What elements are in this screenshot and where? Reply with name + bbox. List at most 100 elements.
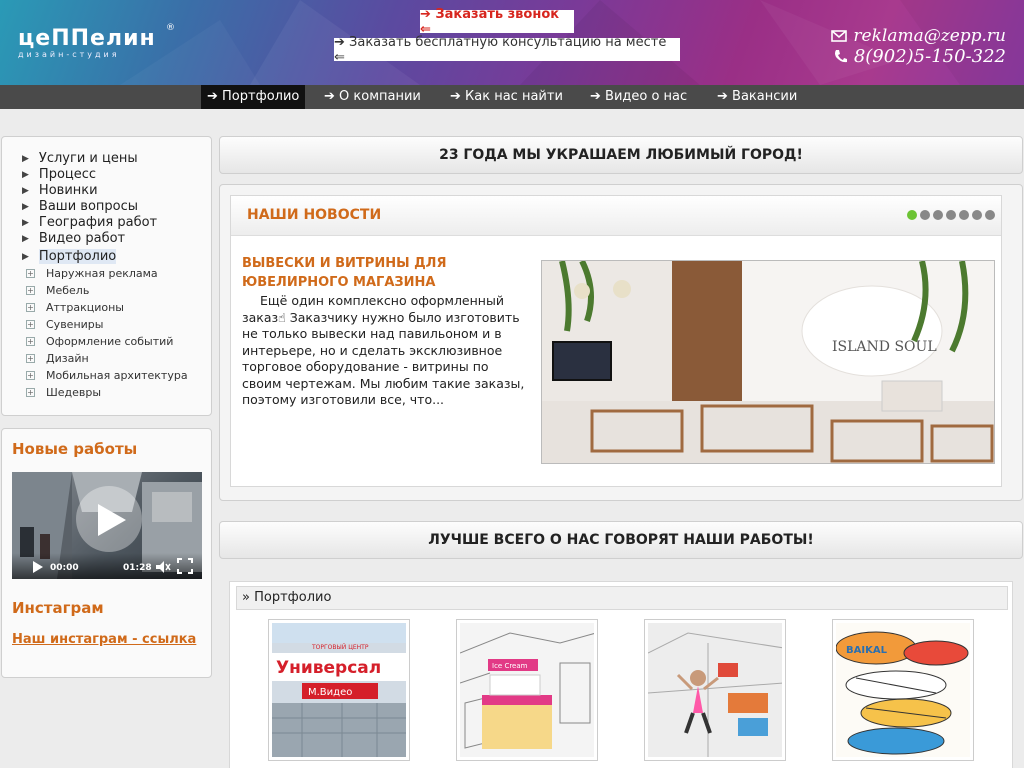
video-current-time: 00:00 <box>50 563 79 573</box>
nav-video[interactable]: ➔ Видео о нас <box>584 85 693 109</box>
arrow-right-icon: ▶ <box>22 185 29 196</box>
play-small-icon[interactable] <box>32 561 44 573</box>
arrow-right-icon: ▶ <box>22 153 29 164</box>
email-contact[interactable]: reklama@zepp.ru <box>831 26 1006 46</box>
jewelry-store-photo: ISLAND SOUL <box>542 261 994 463</box>
submenu-item-label: Оформление событий <box>46 335 174 348</box>
play-icon <box>98 504 126 536</box>
fullscreen-icon[interactable] <box>177 558 193 574</box>
portfolio-thumb-icecream[interactable]: Ice Cream <box>456 619 598 761</box>
submenu-item-label: Дизайн <box>46 352 89 365</box>
sidebar-item-label: География работ <box>38 215 158 230</box>
phone-text: 8(902)5-150-322 <box>853 46 1006 67</box>
sidebar-item-new[interactable]: ▶ Новинки <box>22 183 98 198</box>
submenu-item-label: Аттракционы <box>46 301 124 314</box>
pagination-dot[interactable] <box>972 210 982 220</box>
submenu-item-label: Наружная реклама <box>46 267 158 280</box>
pagination-dot[interactable] <box>907 210 917 220</box>
works-banner: ЛУЧШЕ ВСЕГО О НАС ГОВОРЯТ НАШИ РАБОТЫ! <box>219 521 1023 559</box>
portfolio-thumb-trampoline[interactable] <box>644 619 786 761</box>
news-pagination <box>907 210 995 220</box>
expand-icon[interactable]: + <box>26 354 35 363</box>
phone-contact[interactable]: 8(902)5-150-322 <box>833 46 1006 67</box>
order-consultation-button[interactable]: ➔ Заказать бесплатную консультацию на ме… <box>334 35 680 65</box>
universal-text: Универсал <box>276 658 381 678</box>
submenu-item-outdoor[interactable]: + Наружная реклама <box>26 267 158 280</box>
sidebar-item-portfolio[interactable]: ▶ Портфолио <box>22 249 117 264</box>
expand-icon[interactable]: + <box>26 269 35 278</box>
header: цеППелин дизайн-студия ® ➔ Заказать звон… <box>0 0 1024 85</box>
article-title[interactable]: ВЫВЕСКИ И ВИТРИНЫ ДЛЯ ЮВЕЛИРНОГО МАГАЗИН… <box>242 254 522 292</box>
nav-directions[interactable]: ➔ Как нас найти <box>444 85 569 109</box>
submenu-item-label: Мебель <box>46 284 90 297</box>
submenu-item-masterpieces[interactable]: + Шедевры <box>26 386 101 399</box>
sidebar-item-video[interactable]: ▶ Видео работ <box>22 231 125 246</box>
instagram-title: Инстаграм <box>12 599 104 617</box>
submenu-item-label: Сувениры <box>46 318 104 331</box>
logo-subtitle: дизайн-студия <box>18 50 120 59</box>
email-text: reklama@zepp.ru <box>853 26 1006 46</box>
nav-portfolio[interactable]: ➔ Портфолио <box>201 85 306 109</box>
expand-icon[interactable]: + <box>26 320 35 329</box>
nav-vacancies[interactable]: ➔ Вакансии <box>711 85 803 109</box>
top-navigation: ➔ Портфолио ➔ О компании ➔ Как нас найти… <box>0 85 1024 109</box>
video-player[interactable]: 00:00 01:28 <box>12 472 202 579</box>
sidebar-item-label: Услуги и цены <box>38 151 138 166</box>
expand-icon[interactable]: + <box>26 303 35 312</box>
submenu-item-attractions[interactable]: + Аттракционы <box>26 301 124 314</box>
instagram-link[interactable]: Наш инстаграм - ссылка <box>12 632 196 647</box>
submenu-item-design[interactable]: + Дизайн <box>26 352 89 365</box>
portfolio-breadcrumb[interactable]: » Портфолио <box>236 586 1008 610</box>
portfolio-thumb-baikal[interactable]: BAIKAL <box>832 619 974 761</box>
mvideo-text: М.Видео <box>308 687 352 698</box>
pagination-dot[interactable] <box>920 210 930 220</box>
expand-icon[interactable]: + <box>26 337 35 346</box>
expand-icon[interactable]: + <box>26 286 35 295</box>
news-title: НАШИ НОВОСТИ <box>247 207 382 223</box>
sidebar-item-label: Видео работ <box>38 231 126 246</box>
sidebar-new-works: Новые работы 00:00 01:28 Инстаграм Наш и… <box>1 428 212 678</box>
store-sign-text: ISLAND SOUL <box>832 339 937 355</box>
video-total-time: 01:28 <box>123 563 152 573</box>
arrow-right-icon: ▶ <box>22 233 29 244</box>
trampoline-park-image <box>648 623 782 757</box>
pagination-dot[interactable] <box>985 210 995 220</box>
pagination-dot[interactable] <box>946 210 956 220</box>
expand-icon[interactable]: + <box>26 388 35 397</box>
nav-about[interactable]: ➔ О компании <box>318 85 427 109</box>
order-call-button[interactable]: ➔ Заказать звонок ⇐ <box>420 7 574 37</box>
logo-registered: ® <box>166 23 175 33</box>
phone-icon <box>834 50 847 63</box>
article-image[interactable]: ISLAND SOUL <box>541 260 995 464</box>
pagination-dot[interactable] <box>933 210 943 220</box>
mall-text: ТОРГОВЫЙ ЦЕНТР <box>311 644 369 651</box>
submenu-item-mobile-architecture[interactable]: + Мобильная архитектура <box>26 369 188 382</box>
expand-icon[interactable]: + <box>26 371 35 380</box>
submenu-item-label: Шедевры <box>46 386 102 399</box>
logo-text: цеППелин <box>18 26 156 51</box>
news-card: НАШИ НОВОСТИ ВЫВЕСКИ И ВИТРИНЫ ДЛЯ ЮВЕЛИ… <box>230 195 1002 487</box>
volume-icon[interactable] <box>155 560 171 574</box>
sidebar-item-questions[interactable]: ▶ Ваши вопросы <box>22 199 138 214</box>
arrow-right-icon: ▶ <box>22 169 29 180</box>
baikal-souvenir-image: BAIKAL <box>836 623 970 757</box>
arrow-right-icon: ▶ <box>22 251 29 262</box>
submenu-item-furniture[interactable]: + Мебель <box>26 284 89 297</box>
sidebar-item-process[interactable]: ▶ Процесс <box>22 167 96 182</box>
submenu-item-events[interactable]: + Оформление событий <box>26 335 173 348</box>
logo[interactable]: цеППелин дизайн-студия ® <box>18 23 175 59</box>
slogan-banner: 23 ГОДА МЫ УКРАШАЕМ ЛЮБИМЫЙ ГОРОД! <box>219 136 1023 174</box>
ice-cream-text: Ice Cream <box>492 662 528 670</box>
pagination-dot[interactable] <box>959 210 969 220</box>
sidebar-item-services[interactable]: ▶ Услуги и цены <box>22 151 138 166</box>
sidebar-item-geography[interactable]: ▶ География работ <box>22 215 157 230</box>
arrow-right-icon: ▶ <box>22 201 29 212</box>
envelope-icon <box>831 30 848 42</box>
submenu-item-souvenirs[interactable]: + Сувениры <box>26 318 103 331</box>
portfolio-thumb-universal[interactable]: Универсал ТОРГОВЫЙ ЦЕНТР М.Видео <box>268 619 410 761</box>
sidebar-item-label: Портфолио <box>38 249 117 264</box>
sidebar-item-label: Ваши вопросы <box>38 199 139 214</box>
sidebar-item-label: Новинки <box>38 183 98 198</box>
sidebar-item-label: Процесс <box>38 167 97 182</box>
submenu-item-label: Мобильная архитектура <box>46 369 188 382</box>
